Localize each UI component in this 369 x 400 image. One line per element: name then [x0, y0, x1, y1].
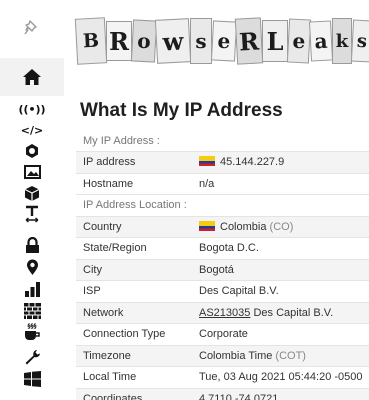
state-label: State/Region [76, 237, 192, 260]
timezone-value: Colombia Time (COT) [192, 345, 369, 367]
cube-icon [24, 185, 40, 201]
sidebar-item-fonts[interactable] [22, 205, 42, 223]
timezone-label: Timezone [76, 345, 192, 367]
table-row: Coordinates 4.7110,-74.0721 [76, 388, 369, 400]
sidebar: ((•)) </> §§§ [0, 0, 64, 400]
table-row: Timezone Colombia Time (COT) [76, 345, 369, 367]
hostname-label: Hostname [76, 173, 192, 195]
table-row: Hostname n/a [76, 173, 369, 195]
network-label: Network [76, 302, 192, 324]
section-label-ip: My IP Address : [76, 130, 369, 152]
ip-address-text: 45.144.227.9 [220, 156, 285, 169]
brick-wall-icon [23, 303, 41, 319]
coordinates-label: Coordinates [76, 388, 192, 400]
colombia-flag-icon [199, 156, 215, 167]
sidebar-item-windows[interactable] [22, 370, 42, 388]
ip-address-label: IP address [76, 151, 192, 174]
sidebar-item-stats[interactable] [22, 280, 42, 298]
coffee-cup-icon: §§§ [24, 324, 40, 340]
pin-button[interactable] [0, 0, 64, 56]
network-value: AS213035 Des Capital B.V. [192, 302, 369, 324]
timezone-name: Colombia Time [199, 349, 273, 362]
pin-icon [24, 20, 37, 35]
hostname-value: n/a [192, 173, 369, 195]
city-value: Bogotá [192, 259, 369, 281]
sidebar-item-java[interactable]: §§§ [22, 323, 42, 341]
ip-address-value: 45.144.227.9 [192, 151, 369, 174]
sidebar-item-network[interactable]: ((•)) [18, 100, 45, 118]
windows-icon [23, 371, 41, 387]
local-time-value: Tue, 03 Aug 2021 05:44:20 -0500 [192, 366, 369, 389]
table-section-row: IP Address Location : [76, 194, 369, 217]
location-marker-icon [26, 259, 38, 275]
state-value: Bogota D.C. [192, 237, 369, 260]
webrtc-icon [26, 144, 38, 158]
sidebar-item-tools[interactable] [22, 348, 42, 366]
sidebar-item-webgl[interactable] [22, 184, 42, 202]
table-row: ISP Des Capital B.V. [76, 280, 369, 303]
table-row: Network AS213035 Des Capital B.V. [76, 302, 369, 324]
table-section-row: My IP Address : [76, 130, 369, 152]
colombia-flag-icon [199, 220, 215, 231]
home-icon [23, 69, 41, 85]
timezone-code: (COT) [275, 349, 306, 362]
sidebar-item-webrtc[interactable] [22, 142, 42, 160]
image-icon [23, 165, 41, 179]
table-row: State/Region Bogota D.C. [76, 237, 369, 260]
code-icon: </> [20, 123, 44, 137]
table-row: Connection Type Corporate [76, 323, 369, 346]
sidebar-item-javascript[interactable]: </> [20, 121, 44, 139]
wifi-signal-icon: ((•)) [18, 102, 46, 116]
sidebar-home-button[interactable] [0, 58, 64, 96]
main-content: What Is My IP Address My IP Address : IP… [64, 0, 369, 400]
sidebar-item-ssl[interactable] [22, 236, 42, 254]
country-value: Colombia (CO) [192, 216, 369, 238]
isp-label: ISP [76, 280, 192, 303]
sidebar-item-firewall[interactable] [22, 302, 42, 320]
country-label: Country [76, 216, 192, 238]
text-width-icon [25, 205, 39, 223]
signal-bars-icon [24, 282, 40, 297]
network-name: Des Capital B.V. [253, 306, 334, 319]
coordinates-value: 4.7110,-74.0721 [192, 388, 369, 400]
table-row: Local Time Tue, 03 Aug 2021 05:44:20 -05… [76, 366, 369, 389]
lock-icon [25, 236, 39, 253]
local-time-label: Local Time [76, 366, 192, 389]
sidebar-item-geolocation[interactable] [22, 258, 42, 276]
asn-link[interactable]: AS213035 [199, 307, 250, 319]
city-label: City [76, 259, 192, 281]
page-root: ((•)) </> §§§ B R o w s e R L e a k s Wh… [0, 0, 369, 400]
page-title: What Is My IP Address [80, 100, 283, 121]
section-label-location: IP Address Location : [76, 194, 369, 217]
connection-type-value: Corporate [192, 323, 369, 346]
country-code: (CO) [269, 220, 294, 233]
wrench-icon [25, 349, 40, 364]
table-row: IP address 45.144.227.9 [76, 151, 369, 174]
table-row: Country Colombia (CO) [76, 216, 369, 238]
table-row: City Bogotá [76, 259, 369, 281]
sidebar-item-canvas[interactable] [22, 163, 42, 181]
ip-info-table: My IP Address : IP address 45.144.227.9 … [76, 130, 369, 400]
isp-value: Des Capital B.V. [192, 280, 369, 303]
country-name: Colombia [220, 220, 267, 233]
connection-type-label: Connection Type [76, 323, 192, 346]
